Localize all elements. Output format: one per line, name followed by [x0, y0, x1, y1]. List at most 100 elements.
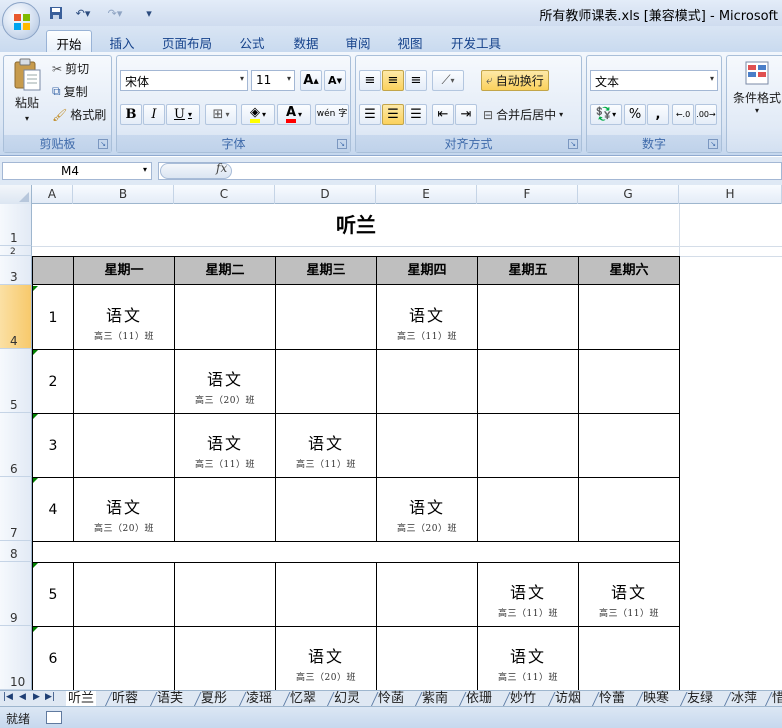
error-indicator-icon[interactable]	[33, 563, 38, 568]
period-number[interactable]: 6	[33, 651, 73, 667]
decrease-decimal-icon[interactable]: .00→	[695, 104, 717, 125]
sheet-tab[interactable]: 友绿	[685, 691, 715, 707]
sheet-tab[interactable]: 凌瑶	[244, 691, 274, 707]
row-header-1[interactable]: 1	[0, 204, 32, 246]
format-painter-button[interactable]: 🖌 格式刷	[52, 106, 106, 123]
align-bottom-icon[interactable]: ≡	[405, 70, 427, 91]
conditional-formatting-button[interactable]: 条件格式 ▾	[730, 60, 782, 115]
formula-input[interactable]	[158, 162, 782, 180]
customize-qat-icon[interactable]: ▾	[144, 5, 154, 21]
tab-page-layout[interactable]: 页面布局	[156, 30, 218, 52]
sheet-tab[interactable]: 怜菡	[376, 691, 406, 707]
first-sheet-icon[interactable]: |◀	[3, 692, 13, 702]
bold-icon[interactable]: B	[120, 104, 142, 125]
spreadsheet-grid[interactable]: A B C D E F G H 1 2 3 4 5 6 7 8 9 10 听兰 …	[0, 185, 782, 690]
sheet-tab[interactable]: 语芙	[155, 691, 185, 707]
error-indicator-icon[interactable]	[33, 414, 38, 419]
accounting-format-icon[interactable]: 💱 ▾	[590, 104, 622, 125]
row-header-5[interactable]: 5	[0, 349, 32, 413]
tab-data[interactable]: 数据	[284, 30, 328, 52]
dialog-launcher-icon[interactable]: ↘	[337, 139, 347, 149]
timetable-title[interactable]: 听兰	[32, 204, 680, 246]
header-cell-blank[interactable]	[32, 256, 74, 285]
shrink-font-icon[interactable]: A ▼	[324, 70, 346, 91]
tab-developer[interactable]: 开发工具	[444, 30, 508, 52]
row-header-9[interactable]: 9	[0, 562, 32, 626]
lesson-cell[interactable]: 语文 高三（20）班	[74, 494, 174, 534]
lesson-cell[interactable]: 语文 高三（20）班	[276, 643, 376, 683]
period-number[interactable]: 3	[33, 438, 73, 454]
row-header-10[interactable]: 10	[0, 626, 32, 690]
save-icon[interactable]	[48, 5, 64, 21]
merge-center-button[interactable]: ⊟ 合并后居中 ▾	[483, 104, 563, 125]
increase-indent-icon[interactable]: ⇥	[455, 104, 477, 125]
dialog-launcher-icon[interactable]: ↘	[98, 139, 108, 149]
row-header-2[interactable]: 2	[0, 246, 32, 257]
column-header-g[interactable]: G	[578, 185, 679, 204]
lesson-cell[interactable]: 语文 高三（11）班	[175, 430, 275, 470]
error-indicator-icon[interactable]	[33, 478, 38, 483]
decrease-indent-icon[interactable]: ⇤	[432, 104, 454, 125]
dialog-launcher-icon[interactable]: ↘	[708, 139, 718, 149]
sheet-tab[interactable]: 冰萍	[729, 691, 759, 707]
lesson-cell[interactable]: 语文 高三（20）班	[175, 366, 275, 406]
align-center-icon[interactable]: ☰	[382, 104, 404, 125]
copy-button[interactable]: ⧉ 复制	[52, 83, 88, 100]
column-header-e[interactable]: E	[376, 185, 477, 204]
tab-insert[interactable]: 插入	[100, 30, 144, 52]
font-color-icon[interactable]: A ▾	[277, 104, 311, 125]
lesson-cell[interactable]: 语文 高三（20）班	[377, 494, 477, 534]
dialog-launcher-icon[interactable]: ↘	[568, 139, 578, 149]
period-number[interactable]: 4	[33, 502, 73, 518]
cut-button[interactable]: ✂ 剪切	[52, 60, 89, 77]
lesson-cell[interactable]: 语文 高三（11）班	[276, 430, 376, 470]
sheet-tab[interactable]: 听兰	[66, 691, 97, 707]
insert-function-icon[interactable]: fx	[216, 161, 227, 175]
error-indicator-icon[interactable]	[33, 350, 38, 355]
sheet-tab[interactable]: 怜蕾	[597, 691, 627, 707]
header-day-wed[interactable]: 星期三	[276, 256, 377, 285]
sheet-tab[interactable]: 访烟	[553, 691, 583, 707]
name-box[interactable]: M4 ▾	[2, 162, 152, 180]
paste-button[interactable]: 粘贴 ▾	[8, 58, 46, 132]
align-middle-icon[interactable]: ≡	[382, 70, 404, 91]
sheet-tab[interactable]: 依珊	[464, 691, 494, 707]
row-header-8[interactable]: 8	[0, 541, 32, 562]
row-header-6[interactable]: 6	[0, 413, 32, 477]
font-name-select[interactable]: 宋体 ▾	[120, 70, 248, 91]
lesson-cell[interactable]: 语文 高三（11）班	[478, 643, 578, 683]
orientation-icon[interactable]: ⟋ ▾	[432, 70, 464, 91]
number-format-select[interactable]: 文本 ▾	[590, 70, 718, 91]
align-left-icon[interactable]: ☰	[359, 104, 381, 125]
tab-home[interactable]: 开始	[46, 30, 92, 52]
phonetic-guide-icon[interactable]: wén 字	[315, 104, 349, 125]
period-number[interactable]: 1	[33, 310, 73, 326]
increase-decimal-icon[interactable]: ←.0	[672, 104, 694, 125]
italic-icon[interactable]: I	[143, 104, 165, 125]
column-header-f[interactable]: F	[477, 185, 578, 204]
borders-icon[interactable]: ⊞ ▾	[205, 104, 237, 125]
sheet-tab[interactable]: 映寒	[641, 691, 671, 707]
lesson-cell[interactable]: 语文 高三（11）班	[377, 302, 477, 342]
period-number[interactable]: 5	[33, 587, 73, 603]
percent-style-button[interactable]: %	[624, 104, 646, 125]
undo-icon[interactable]: ↶▾	[70, 5, 96, 21]
tab-formulas[interactable]: 公式	[230, 30, 274, 52]
column-header-d[interactable]: D	[275, 185, 376, 204]
column-header-b[interactable]: B	[73, 185, 174, 204]
sheet-tab[interactable]: 紫南	[420, 691, 450, 707]
row-header-3[interactable]: 3	[0, 256, 32, 285]
lesson-cell[interactable]: 语文 高三（11）班	[74, 302, 174, 342]
lesson-cell[interactable]: 语文 高三（11）班	[478, 579, 578, 619]
sheet-tab[interactable]: 幻灵	[332, 691, 362, 707]
column-header-a[interactable]: A	[32, 185, 73, 204]
comma-style-button[interactable]: ,	[647, 104, 669, 125]
underline-icon[interactable]: U ▾	[166, 104, 200, 125]
header-day-thu[interactable]: 星期四	[377, 256, 478, 285]
prev-sheet-icon[interactable]: ◀	[19, 692, 26, 702]
header-day-sat[interactable]: 星期六	[579, 256, 680, 285]
column-header-h[interactable]: H	[679, 185, 782, 204]
next-sheet-icon[interactable]: ▶	[33, 692, 40, 702]
font-size-select[interactable]: 11 ▾	[251, 70, 295, 91]
record-macro-icon[interactable]	[46, 711, 62, 724]
